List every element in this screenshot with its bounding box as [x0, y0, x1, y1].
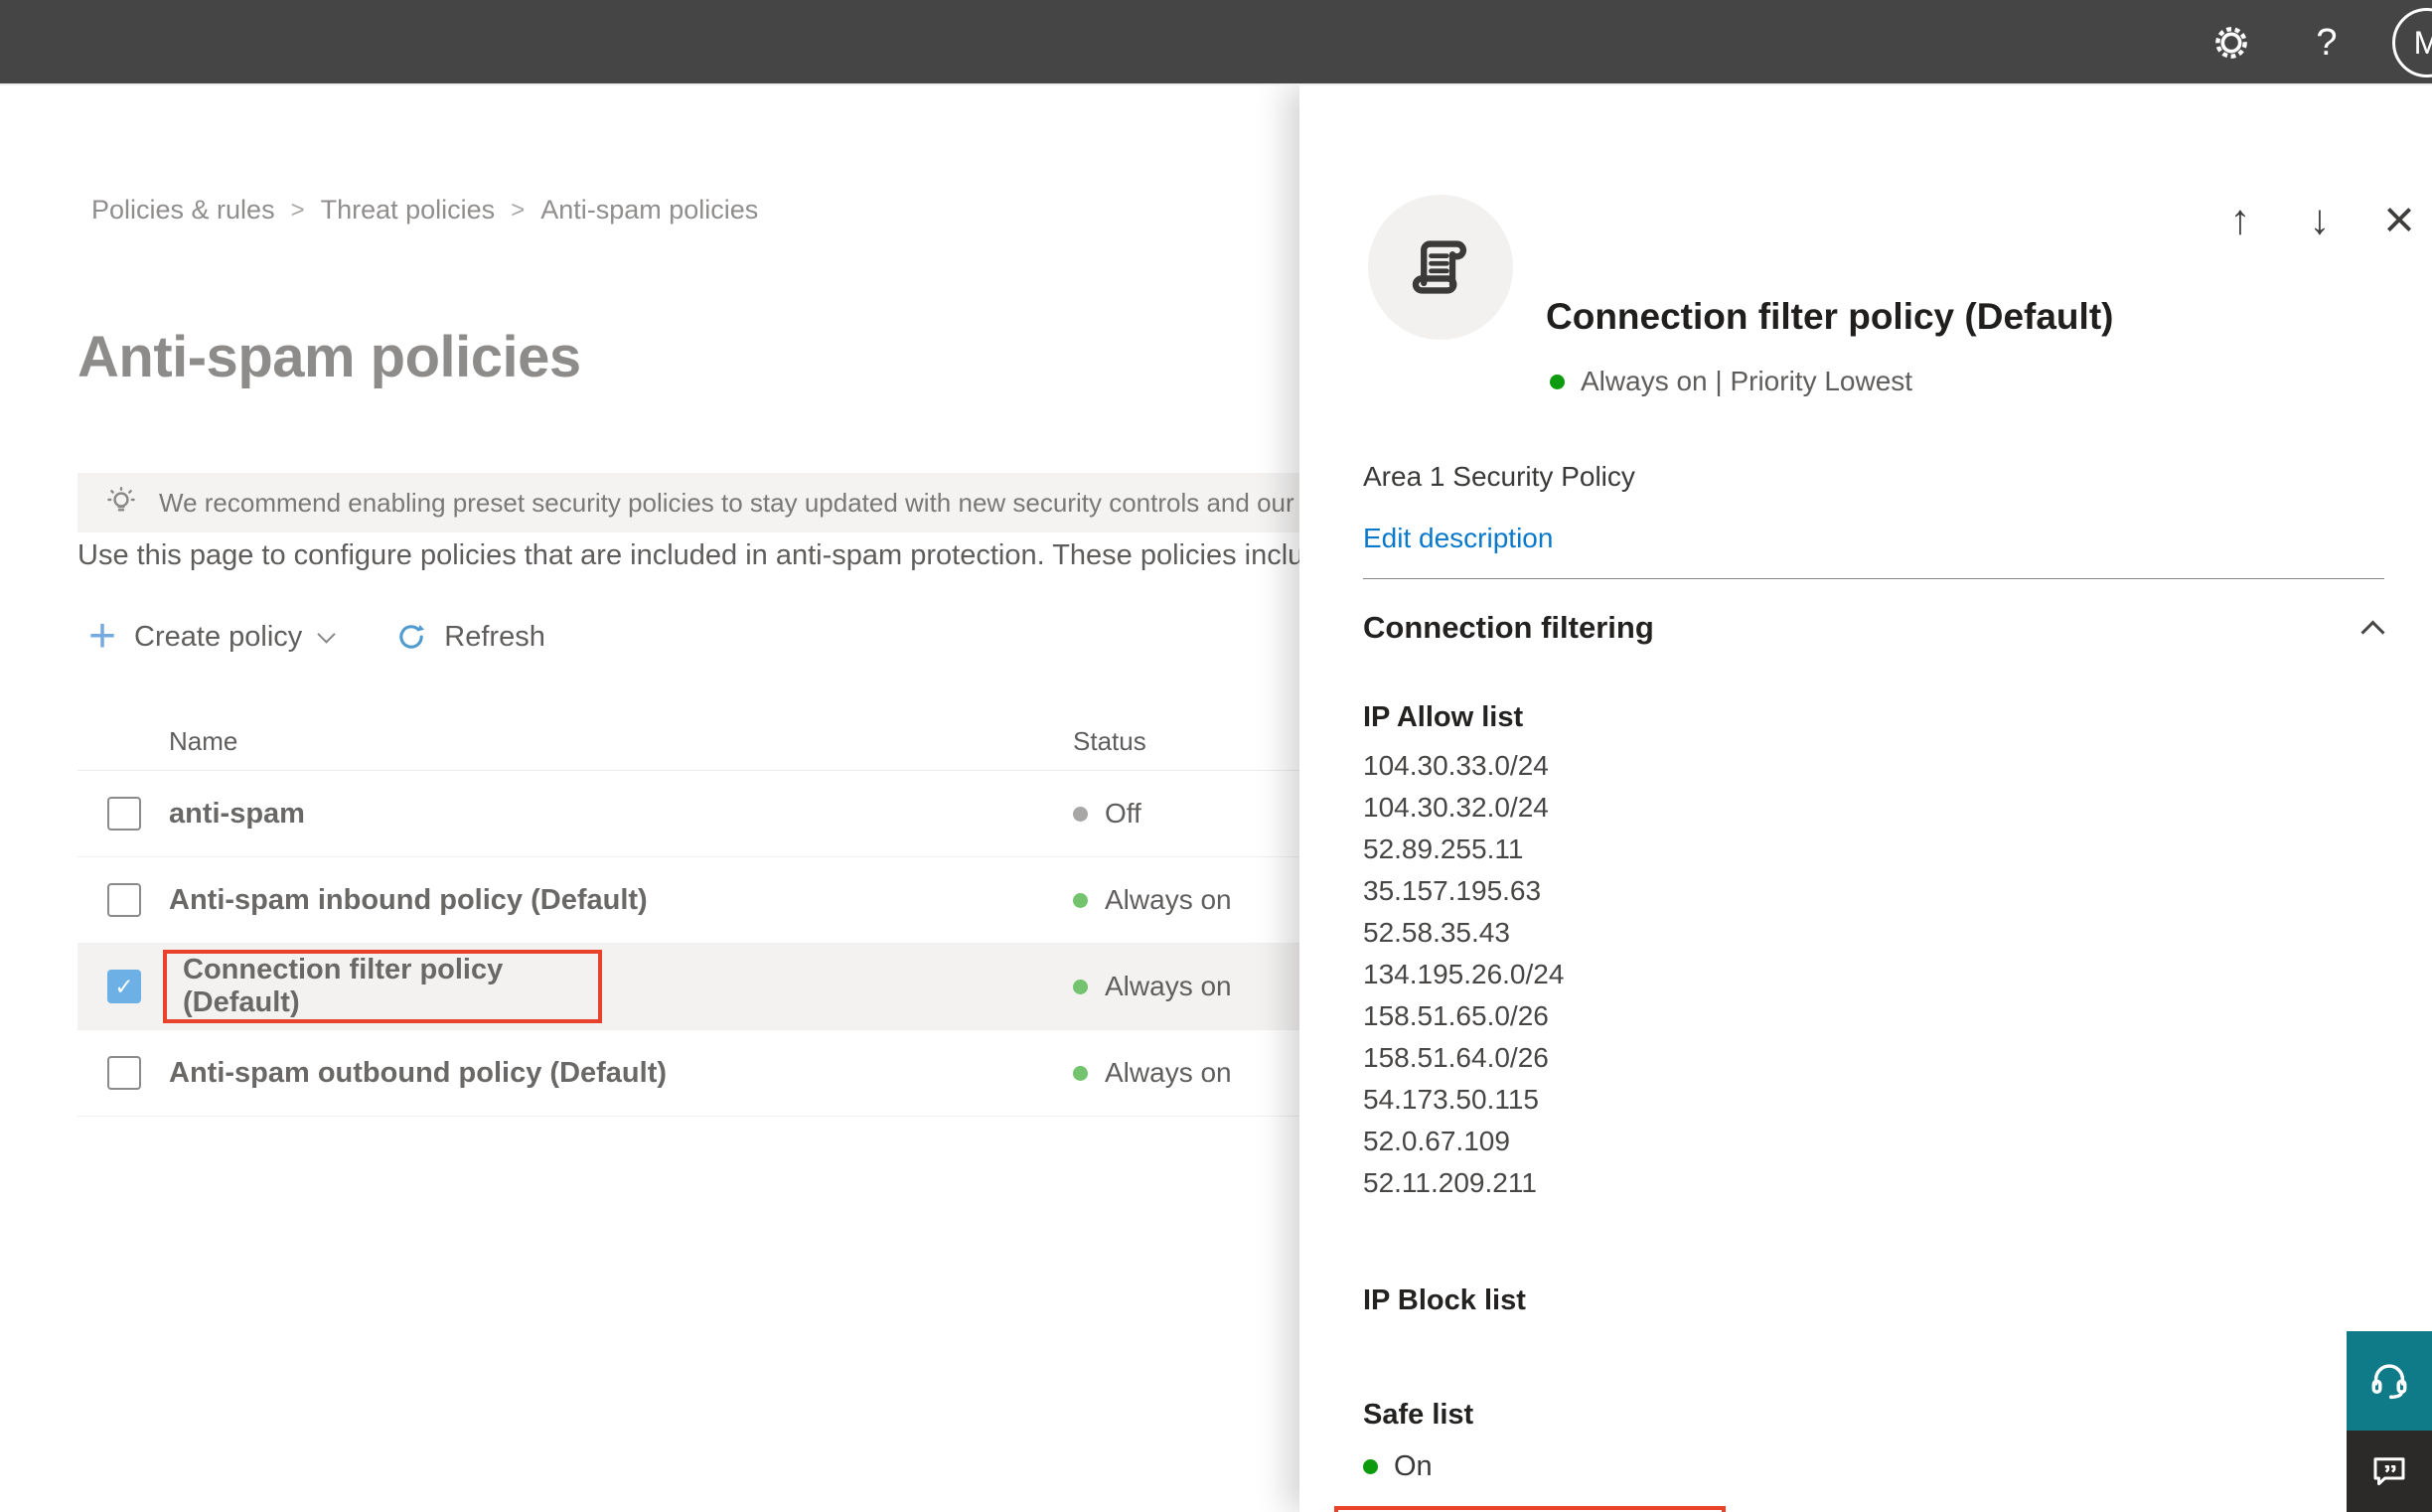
chevron-up-icon[interactable]: [2360, 620, 2385, 645]
status-cell: Always on: [1073, 971, 1232, 1002]
ip-entry: 134.195.26.0/24: [1363, 959, 1565, 989]
breadcrumb-policies-rules[interactable]: Policies & rules: [91, 195, 275, 226]
safe-list-heading: Safe list: [1363, 1399, 1474, 1431]
ip-entry: 104.30.32.0/24: [1363, 792, 1549, 823]
row-checkbox[interactable]: [107, 797, 141, 831]
plus-icon: +: [88, 610, 117, 663]
ip-entry: 52.89.255.11: [1363, 833, 1524, 864]
breadcrumb: Policies & rules > Threat policies > Ant…: [91, 195, 758, 226]
ip-allow-list-heading: IP Allow list: [1363, 701, 1524, 733]
previous-item-button[interactable]: ↑: [2213, 193, 2267, 246]
refresh-button[interactable]: Refresh: [394, 620, 545, 654]
column-header-name[interactable]: Name: [169, 726, 1073, 757]
chevron-right-icon: >: [511, 196, 526, 224]
policy-description: Area 1 Security Policy: [1363, 461, 1635, 492]
flyout-status-line: Always on | Priority Lowest: [1550, 366, 1912, 397]
row-checkbox[interactable]: [107, 1056, 141, 1090]
edit-description-link[interactable]: Edit description: [1363, 523, 1553, 554]
page-title: Anti-spam policies: [77, 325, 581, 389]
row-checkbox-checked[interactable]: ✓: [107, 970, 141, 1003]
refresh-label: Refresh: [444, 620, 545, 653]
status-dot-on: [1363, 1459, 1378, 1474]
close-icon: ×: [2383, 190, 2415, 249]
ip-entry: 35.157.195.63: [1363, 875, 1542, 906]
status-label: Always on: [1105, 884, 1232, 915]
status-dot-on: [1073, 979, 1088, 994]
status-label: Always on: [1105, 1057, 1232, 1088]
section-header-connection-filtering: Connection filtering: [1363, 610, 1654, 645]
next-item-button[interactable]: ↓: [2293, 193, 2347, 246]
scroll-policy-icon: [1403, 229, 1478, 305]
check-icon: ✓: [114, 973, 134, 999]
safe-list-value: On: [1394, 1450, 1433, 1482]
feedback-bubble-icon: [2368, 1450, 2410, 1492]
ip-entry: 158.51.65.0/26: [1363, 1000, 1549, 1031]
divider: [1363, 578, 2384, 579]
support-button[interactable]: [2347, 1331, 2432, 1431]
close-panel-button[interactable]: ×: [2372, 190, 2426, 249]
breadcrumb-threat-policies[interactable]: Threat policies: [321, 195, 496, 226]
account-avatar[interactable]: M: [2392, 8, 2432, 77]
policy-name[interactable]: Anti-spam inbound policy (Default): [169, 884, 1073, 917]
status-label: Off: [1105, 798, 1141, 829]
policy-avatar: [1368, 195, 1513, 340]
ip-block-list-heading: IP Block list: [1363, 1285, 1526, 1316]
chevron-down-icon: [317, 624, 336, 644]
status-dot-on: [1073, 1065, 1088, 1081]
status-dot-on: [1073, 892, 1088, 908]
ip-entry: 52.11.209.211: [1363, 1167, 1537, 1198]
status-dot-on: [1550, 374, 1565, 389]
avatar-initial: M: [2413, 24, 2432, 61]
refresh-icon: [394, 620, 428, 654]
policy-name[interactable]: Anti-spam outbound policy (Default): [169, 1057, 1073, 1090]
settings-button[interactable]: [2202, 0, 2261, 85]
topbar: ? M: [0, 0, 2432, 85]
safe-list-status: On: [1363, 1450, 1433, 1483]
command-bar: + Create policy Refresh: [88, 610, 545, 664]
selection-highlight-box: Connection filter policy (Default): [163, 950, 602, 1023]
ip-entry: 54.173.50.115: [1363, 1084, 1539, 1115]
create-policy-label: Create policy: [134, 620, 303, 653]
ip-entry: 52.58.35.43: [1363, 917, 1510, 948]
flyout-status-text: Always on | Priority Lowest: [1581, 366, 1913, 396]
help-icon: ?: [2316, 21, 2338, 64]
arrow-up-icon: ↑: [2229, 196, 2251, 242]
create-policy-button[interactable]: + Create policy: [88, 610, 336, 663]
edit-link-highlight-box: Edit connection filter policy: [1334, 1506, 1726, 1512]
policy-name[interactable]: anti-spam: [169, 798, 1073, 831]
flyout-title: Connection filter policy (Default): [1546, 296, 2114, 337]
column-header-status[interactable]: Status: [1073, 726, 1146, 757]
chevron-right-icon: >: [290, 196, 305, 224]
feedback-button[interactable]: [2347, 1431, 2432, 1512]
status-cell: Always on: [1073, 884, 1232, 916]
row-checkbox[interactable]: [107, 883, 141, 917]
ip-entry: 52.0.67.109: [1363, 1126, 1510, 1156]
status-dot-off: [1073, 806, 1088, 822]
ip-entry: 104.30.33.0/24: [1363, 750, 1549, 781]
ip-entry: 158.51.64.0/26: [1363, 1042, 1549, 1073]
status-cell: Always on: [1073, 1057, 1232, 1089]
arrow-down-icon: ↓: [2309, 196, 2331, 242]
gear-icon: [2211, 23, 2251, 63]
status-cell: Off: [1073, 798, 1141, 830]
status-label: Always on: [1105, 971, 1232, 1001]
policy-name[interactable]: Connection filter policy (Default): [183, 954, 598, 1019]
breadcrumb-anti-spam-policies[interactable]: Anti-spam policies: [540, 195, 758, 226]
lightbulb-icon: [103, 485, 139, 521]
headset-icon: [2366, 1358, 2412, 1404]
app-root: ? M Policies & rules > Threat policies >…: [0, 0, 2432, 1512]
help-button[interactable]: ?: [2303, 0, 2351, 85]
policy-details-flyout: ↑ ↓ × Connection filter policy (Default)…: [1299, 85, 2432, 1512]
ip-allow-list: 104.30.33.0/24 104.30.32.0/24 52.89.255.…: [1363, 745, 1564, 1204]
